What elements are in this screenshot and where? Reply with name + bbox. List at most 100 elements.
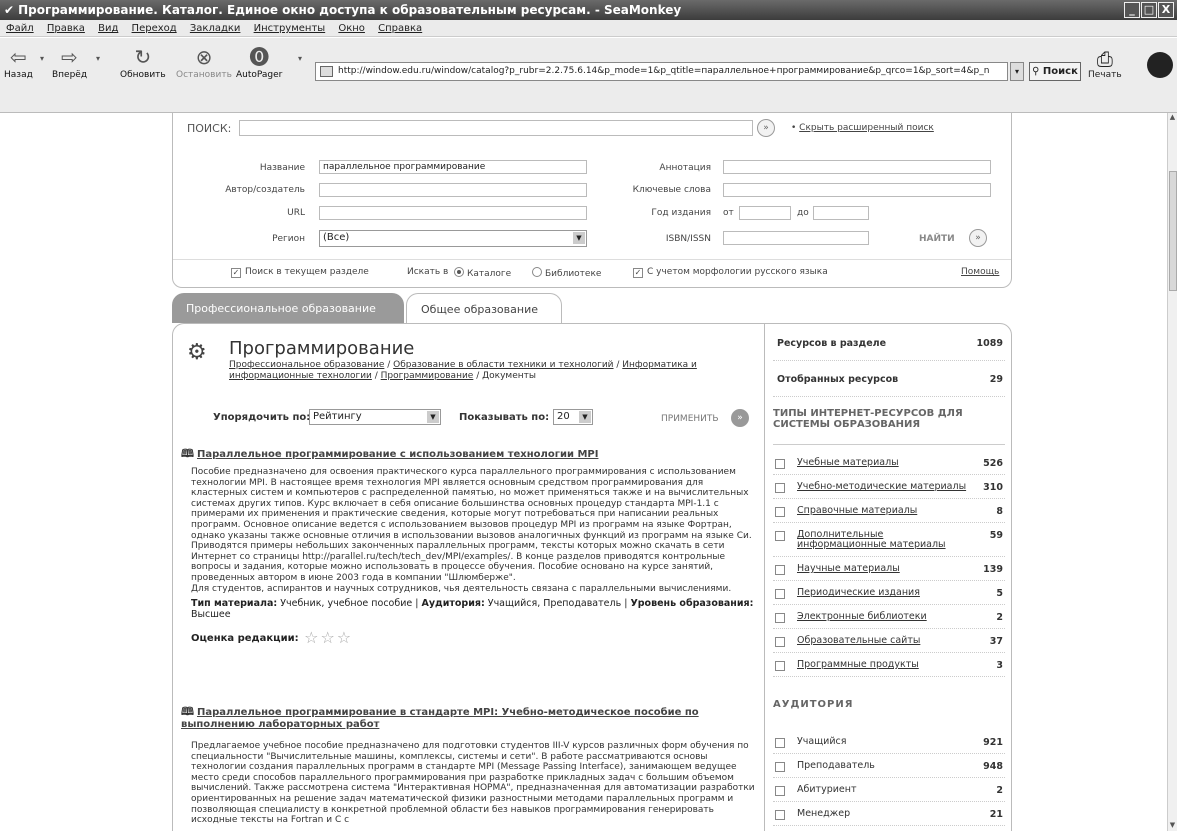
- filter-label[interactable]: Программные продукты: [797, 660, 969, 670]
- filter-label[interactable]: Учебные материалы: [797, 458, 969, 468]
- url-dropdown-icon[interactable]: ▾: [1010, 62, 1024, 81]
- checkbox-icon[interactable]: [775, 589, 785, 599]
- checkbox-icon[interactable]: [775, 810, 785, 820]
- audience-heading: АУДИТОРИЯ: [773, 699, 854, 710]
- region-select[interactable]: (Все) ▼: [319, 230, 587, 247]
- back-dropdown-icon[interactable]: ▾: [40, 54, 44, 63]
- help-link[interactable]: Помощь: [961, 267, 999, 277]
- filter-count: 8: [996, 506, 1003, 517]
- tab-professional[interactable]: Профессиональное образование: [172, 293, 404, 323]
- printer-icon: ⎙: [1096, 47, 1113, 71]
- checkbox-icon[interactable]: [775, 637, 785, 647]
- hide-advanced-search-link[interactable]: • Скрыть расширенный поиск: [791, 123, 934, 133]
- menu-file[interactable]: Файл: [6, 23, 34, 34]
- forward-dropdown-icon[interactable]: ▾: [96, 54, 100, 63]
- close-button[interactable]: X: [1158, 2, 1174, 18]
- autopager-button[interactable]: ⓿ AutoPager: [236, 46, 282, 80]
- year-from-field[interactable]: [739, 206, 791, 220]
- apply-button-label[interactable]: ПРИМЕНИТЬ: [661, 414, 719, 424]
- menu-help[interactable]: Справка: [378, 23, 422, 34]
- filter-label[interactable]: Образовательные сайты: [797, 636, 969, 646]
- print-button[interactable]: ⎙ Печать: [1088, 48, 1122, 80]
- maximize-button[interactable]: □: [1141, 2, 1157, 18]
- scrollbar-thumb[interactable]: [1169, 171, 1177, 291]
- checkbox-icon[interactable]: [775, 613, 785, 623]
- menu-bookmarks[interactable]: Закладки: [190, 23, 241, 34]
- crumb-professional[interactable]: Профессиональное образование: [229, 360, 384, 370]
- filter-label[interactable]: Справочные материалы: [797, 506, 969, 516]
- menu-edit[interactable]: Правка: [47, 23, 85, 34]
- region-label: Регион: [272, 234, 305, 244]
- checkbox-icon[interactable]: [775, 661, 785, 671]
- checkbox-icon[interactable]: [775, 762, 785, 772]
- search-button[interactable]: ⚲ Поиск: [1029, 62, 1081, 81]
- minimize-button[interactable]: _: [1124, 2, 1140, 18]
- result-title-link[interactable]: Параллельное программирование с использо…: [197, 449, 598, 460]
- catalog-main: ⚙ Программирование Профессиональное обра…: [172, 323, 764, 831]
- menu-view[interactable]: Вид: [98, 23, 118, 34]
- option-current-section[interactable]: ✓ Поиск в текущем разделе: [231, 267, 369, 278]
- apply-go-icon[interactable]: »: [731, 409, 749, 427]
- stop-button[interactable]: ⊗ Остановить: [176, 46, 232, 80]
- filter-label[interactable]: Научные материалы: [797, 564, 969, 574]
- option-library[interactable]: Библиотеке: [529, 267, 601, 279]
- url-field[interactable]: [319, 206, 587, 220]
- find-go-icon[interactable]: »: [969, 229, 987, 247]
- checkbox-icon[interactable]: [775, 459, 785, 469]
- menu-go[interactable]: Переход: [132, 23, 177, 34]
- reload-button[interactable]: ↻ Обновить: [120, 46, 166, 80]
- checkbox-icon[interactable]: [775, 738, 785, 748]
- checkbox-icon[interactable]: [775, 531, 785, 541]
- annotation-field[interactable]: [723, 160, 991, 174]
- filter-label[interactable]: Электронные библиотеки: [797, 612, 969, 622]
- checkbox-icon[interactable]: [775, 483, 785, 493]
- address-bar[interactable]: http://window.edu.ru/window/catalog?p_ru…: [315, 62, 1008, 81]
- menu-tools[interactable]: Инструменты: [254, 23, 326, 34]
- filter-label: Менеджер: [797, 808, 851, 819]
- filter-label[interactable]: Периодические издания: [797, 588, 969, 598]
- keywords-field[interactable]: [723, 183, 991, 197]
- back-button[interactable]: ⇦ Назад: [4, 46, 33, 80]
- option-morphology[interactable]: ✓ С учетом морфологии русского языка: [633, 267, 828, 278]
- vertical-scrollbar[interactable]: ▲ ▼: [1167, 113, 1177, 831]
- crumb-engineering[interactable]: Образование в области техники и технолог…: [393, 360, 613, 370]
- tab-general[interactable]: Общее образование: [406, 293, 562, 323]
- book-icon: 🕮: [181, 705, 194, 718]
- radio-icon: [532, 267, 542, 277]
- chevron-down-icon: ▼: [573, 232, 585, 244]
- author-field[interactable]: [319, 183, 587, 197]
- filter-label[interactable]: Дополнительные информационные материалы: [797, 530, 969, 550]
- crumb-programming[interactable]: Программирование: [381, 371, 474, 381]
- search-input[interactable]: [239, 120, 753, 136]
- scroll-up-icon[interactable]: ▲: [1168, 113, 1177, 123]
- filter-label: Учащийся: [797, 736, 847, 747]
- filter-count: 3: [996, 660, 1003, 671]
- chevron-down-icon: ▼: [579, 411, 591, 423]
- result-title-link[interactable]: Параллельное программирование в стандарт…: [181, 707, 699, 730]
- find-button-label[interactable]: НАЙТИ: [919, 234, 955, 244]
- filter-label[interactable]: Учебно-методические материалы: [797, 482, 969, 492]
- sort-select[interactable]: Рейтингу ▼: [309, 409, 441, 425]
- checkbox-icon[interactable]: [775, 786, 785, 796]
- option-catalog[interactable]: Каталоге: [451, 267, 511, 279]
- forward-button[interactable]: ⇨ Вперёд: [52, 46, 87, 80]
- checkbox-icon[interactable]: [775, 507, 785, 517]
- name-field[interactable]: параллельное программирование: [319, 160, 587, 174]
- keywords-label: Ключевые слова: [632, 185, 711, 195]
- sort-label: Упорядочить по:: [213, 412, 311, 423]
- menu-window[interactable]: Окно: [338, 23, 365, 34]
- isbn-field[interactable]: [723, 231, 869, 245]
- per-page-select[interactable]: 20 ▼: [553, 409, 593, 425]
- checkbox-checked-icon: ✓: [231, 268, 241, 278]
- autopager-dropdown-icon[interactable]: ▾: [298, 54, 302, 63]
- search-icon: ⚲: [1032, 66, 1040, 77]
- scroll-down-icon[interactable]: ▼: [1168, 821, 1177, 831]
- result-description: Пособие предназначено для освоения практ…: [191, 467, 752, 583]
- checkbox-icon[interactable]: [775, 565, 785, 575]
- year-from-label: от: [723, 208, 734, 218]
- selected-resources: Отобранных ресурсов 29: [777, 374, 1003, 385]
- page-icon: [320, 66, 333, 77]
- show-per-page-label: Показывать по:: [459, 412, 550, 423]
- search-go-icon[interactable]: »: [757, 119, 775, 137]
- year-to-field[interactable]: [813, 206, 869, 220]
